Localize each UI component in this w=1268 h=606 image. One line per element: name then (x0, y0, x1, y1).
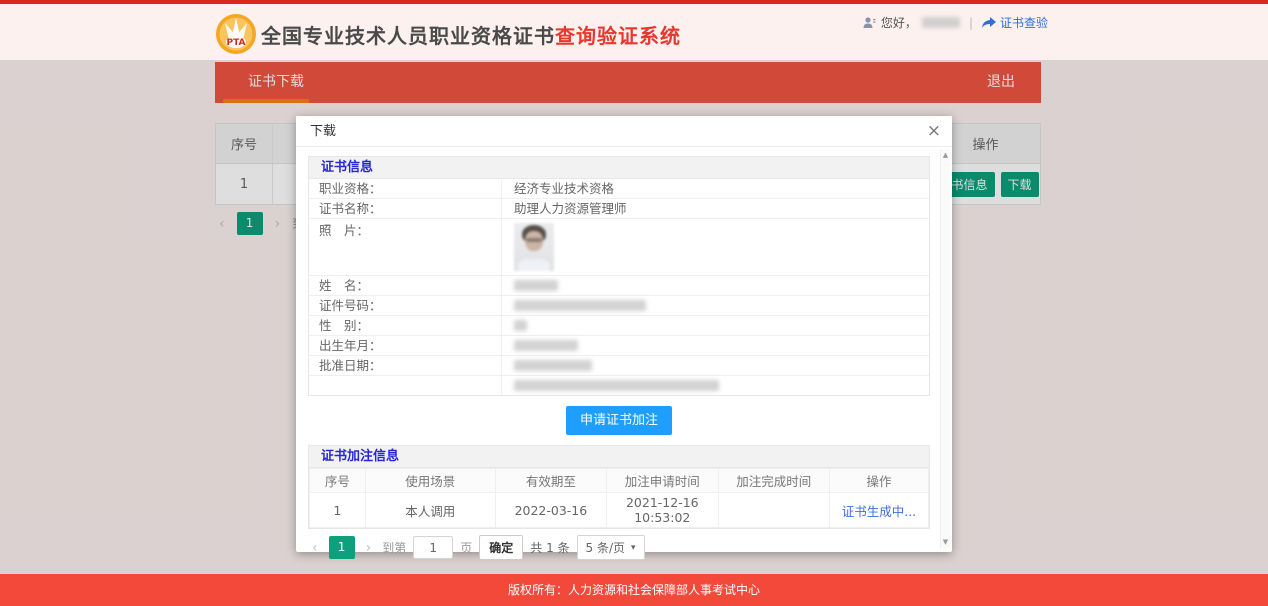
ann-col-valid-until: 有效期至 (495, 469, 606, 493)
download-modal: 下载 × 证书信息 职业资格： 经济专业技术资格 证书名称： 助理人力资源管理师… (296, 116, 952, 552)
confirm-page-button[interactable]: 确定 (479, 535, 523, 560)
scroll-up-icon[interactable]: ▲ (943, 149, 948, 161)
ann-cell-valid-until: 2022-03-16 (495, 493, 606, 528)
redacted-username (922, 17, 960, 28)
modal-scrollbar[interactable]: ▲ ▼ (940, 149, 950, 548)
title-accent: 查询验证系统 (555, 24, 681, 48)
separator: | (969, 16, 973, 30)
field-birth-date: 出生年月： (309, 336, 929, 356)
field-gender: 性 别： (309, 316, 929, 336)
ann-next-page-arrow[interactable]: › (362, 540, 376, 556)
ann-col-apply-time: 加注申请时间 (607, 469, 718, 493)
annotation-header-row: 序号 使用场景 有效期至 加注申请时间 加注完成时间 操作 (310, 469, 929, 493)
copyright-text: 版权所有：人力资源和社会保障部人事考试中心 (508, 583, 760, 597)
page-unit-label: 页 (460, 539, 472, 556)
ann-goto-label: 到第 (382, 539, 406, 556)
modal-titlebar: 下载 × (296, 116, 952, 147)
modal-body: 证书信息 职业资格： 经济专业技术资格 证书名称： 助理人力资源管理师 照 片：… (296, 147, 952, 550)
ann-prev-page-arrow[interactable]: ‹ (308, 540, 322, 556)
svg-text:PTA: PTA (226, 38, 245, 48)
apply-button-row: 申请证书加注 (308, 406, 930, 435)
redacted-birth-date (514, 340, 578, 351)
annotation-section-title: 证书加注信息 (309, 446, 929, 468)
total-count-label: 共 1 条 (530, 539, 569, 556)
annotation-pagination: ‹ 1 › 到第 页 确定 共 1 条 5 条/页 ▾ (308, 535, 930, 560)
field-name: 姓 名： (309, 276, 929, 296)
ann-cell-apply-time: 2021-12-16 10:53:02 (607, 493, 718, 528)
cert-generating-link[interactable]: 证书生成中... (842, 504, 916, 519)
close-icon[interactable]: × (927, 116, 941, 147)
scroll-down-icon[interactable]: ▼ (943, 536, 948, 548)
redacted-name (514, 280, 558, 291)
cert-info-section: 证书信息 职业资格： 经济专业技术资格 证书名称： 助理人力资源管理师 照 片：… (308, 156, 930, 396)
chevron-down-icon: ▾ (631, 543, 636, 553)
certificate-photo (514, 223, 554, 271)
top-accent-bar (0, 0, 1268, 4)
ann-cell-complete-time (718, 493, 829, 528)
field-extra (309, 376, 929, 395)
field-occupation: 职业资格： 经济专业技术资格 (309, 179, 929, 199)
page-number-input[interactable] (413, 536, 453, 559)
redacted-approval-date (514, 360, 592, 371)
page-size-select[interactable]: 5 条/页 ▾ (577, 535, 645, 560)
title-main: 全国专业技术人员职业资格证书 (261, 24, 555, 48)
ann-col-scene: 使用场景 (365, 469, 495, 493)
redacted-extra-info (514, 380, 719, 391)
pta-logo-icon: PTA (215, 13, 257, 55)
ann-col-action: 操作 (829, 469, 928, 493)
share-arrow-icon (982, 17, 996, 29)
annotation-table: 序号 使用场景 有效期至 加注申请时间 加注完成时间 操作 1 本人调用 202… (309, 468, 929, 528)
page-title: 全国专业技术人员职业资格证书查询验证系统 (261, 20, 681, 49)
ann-cell-scene: 本人调用 (365, 493, 495, 528)
user-area: 您好， | 证书查验 (862, 14, 1048, 31)
redacted-gender (514, 320, 527, 331)
cert-info-section-title: 证书信息 (309, 157, 929, 179)
field-photo: 照 片： (309, 219, 929, 276)
ann-col-seq: 序号 (310, 469, 366, 493)
user-icon (862, 16, 876, 30)
ann-cell-seq: 1 (310, 493, 366, 528)
field-cert-name: 证书名称： 助理人力资源管理师 (309, 199, 929, 219)
site-header: PTA 全国专业技术人员职业资格证书查询验证系统 您好， | 证书查验 (215, 8, 1048, 60)
field-id-number: 证件号码： (309, 296, 929, 316)
ann-cell-action: 证书生成中... (829, 493, 928, 528)
footer: 版权所有：人力资源和社会保障部人事考试中心 (0, 574, 1268, 606)
greeting-text: 您好， (881, 14, 917, 31)
annotation-section: 证书加注信息 序号 使用场景 有效期至 加注申请时间 加注完成时间 操作 (308, 445, 930, 529)
annotation-row: 1 本人调用 2022-03-16 2021-12-16 10:53:02 证书… (310, 493, 929, 528)
field-approval-date: 批准日期： (309, 356, 929, 376)
cert-verify-link[interactable]: 证书查验 (982, 14, 1048, 31)
ann-current-page-button[interactable]: 1 (329, 536, 355, 559)
redacted-id-number (514, 300, 646, 311)
apply-annotation-button[interactable]: 申请证书加注 (566, 406, 672, 435)
ann-col-complete-time: 加注完成时间 (718, 469, 829, 493)
modal-title: 下载 (310, 124, 336, 139)
